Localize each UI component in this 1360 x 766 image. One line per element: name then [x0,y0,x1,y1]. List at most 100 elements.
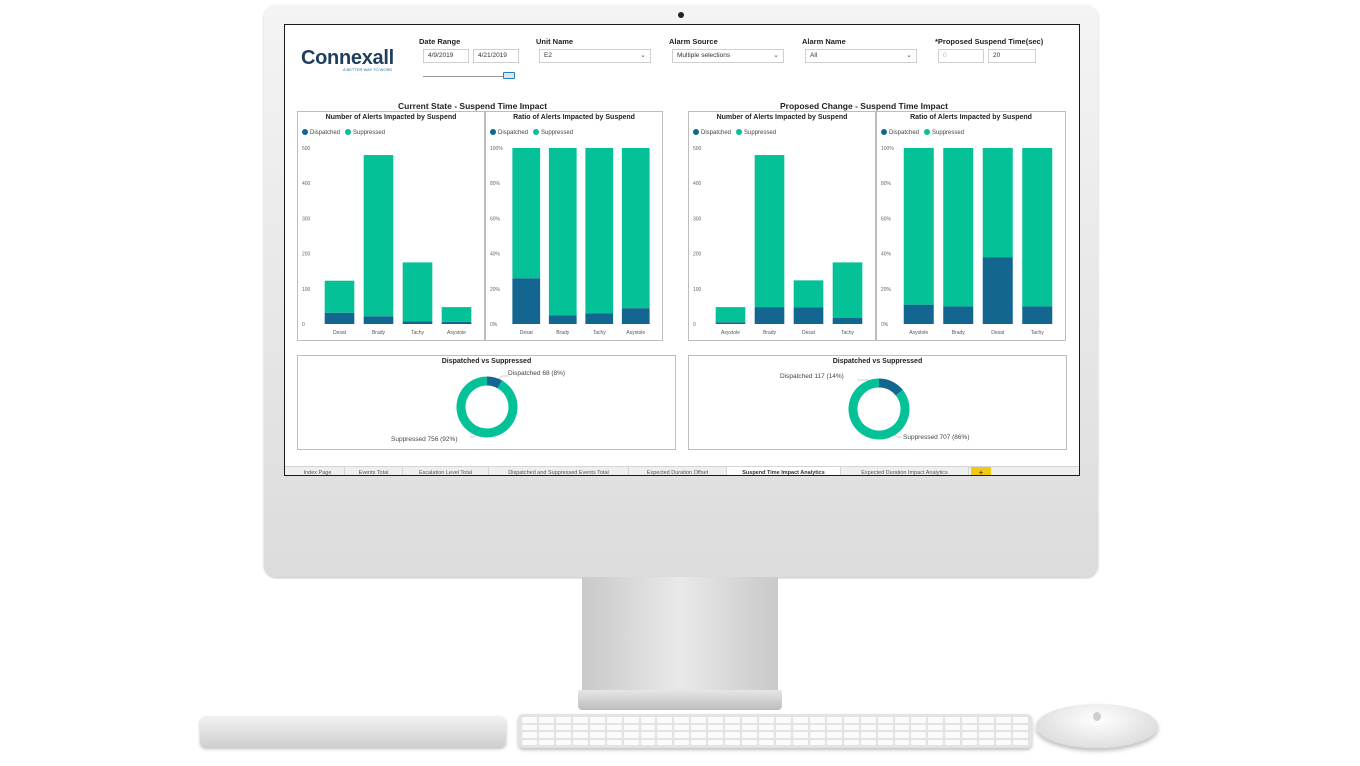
keyboard-key [725,739,741,745]
alarm-name-dropdown[interactable]: All ⌄ [805,49,917,63]
suppressed-bar [441,307,472,322]
tab-suspend-time-impact[interactable]: Suspend Time Impact Analytics [727,467,841,475]
keyboard-key [538,717,554,723]
y-tick-label: 80% [881,181,892,187]
panel-title: Dispatched vs Suppressed [441,358,532,365]
date-start-input[interactable]: 4/9/2019 [423,49,469,63]
dispatched-slice [486,376,503,389]
camera [678,12,684,18]
keyboard-key [759,717,774,723]
tab-events-total[interactable]: Events Total [345,467,403,475]
keyboard-key [538,739,554,745]
suspend-time-input[interactable]: 20 [988,49,1036,63]
monitor-stand-foot [578,690,782,710]
suppressed-legend-dot [736,129,743,135]
suppressed-bar [585,148,614,314]
x-tick-label: Tachy [841,330,855,336]
tab-dispatched-suppressed-events[interactable]: Dispatched and Suppressed Events Total [489,467,629,475]
proposed-change-title: Proposed Change - Suspend Time Impact [780,101,948,111]
chart-legend: Dispatched Suppressed [881,129,964,136]
unit-name-dropdown[interactable]: E2 ⌄ [539,49,651,63]
monitor: Connexall A BETTER WAY TO WORK Date Rang… [264,5,1098,577]
keyboard-key [996,724,1012,730]
keyboard-key [657,717,673,723]
page-tabs: Index Page Events Total Escalation Level… [285,466,1079,475]
keyboard-key [674,732,690,738]
y-tick-label: 20% [881,287,892,293]
keyboard-key [962,732,978,738]
dispatched-bar [1022,306,1053,324]
legend-suppressed: Suppressed [932,130,965,136]
keyboard-key [691,732,707,738]
keyboard-key [606,739,622,745]
chevron-down-icon: ⌄ [773,52,779,59]
keyboard-key [1013,717,1028,723]
dispatched-bar [621,308,650,324]
y-tick-label: 40% [881,252,892,258]
panel-title: Ratio of Alerts Impacted by Suspend [513,114,635,121]
dispatched-bar [903,304,934,324]
suppressed-bar [903,148,934,305]
y-tick-label: 100 [693,287,702,293]
unit-name-value: E2 [544,52,552,59]
keyboard-key [708,732,724,738]
keyboard-key [572,732,588,738]
suppressed-bar [715,307,746,323]
keyboard-key [776,732,791,738]
keyboard-key [572,739,588,745]
suspend-time-min-input[interactable]: 0 [938,49,984,63]
proposed-count-panel: Number of Alerts Impacted by Suspend Dis… [688,111,876,341]
keyboard-key [792,724,808,730]
date-range-label: Date Range [419,37,461,46]
tab-expected-duration-offset[interactable]: Expected Duration Offset [629,467,727,475]
keyboard-key [979,717,995,723]
keyboard-key [877,717,893,723]
proposed-donut-panel: Dispatched vs Suppressed Dispatched 117 … [688,355,1067,450]
alarm-source-dropdown[interactable]: Multiple selections ⌄ [672,49,784,63]
current-ratio-panel: Ratio of Alerts Impacted by Suspend Disp… [485,111,663,341]
proposed-donut-chart [848,378,910,440]
keyboard-key [589,732,605,738]
y-tick-label: 40% [490,252,501,258]
keyboard-key [945,739,961,745]
keyboard-key [1013,739,1028,745]
keyboard-key [809,717,825,723]
keyboard-key [1013,724,1028,730]
alarm-name-value: All [810,52,818,59]
tab-expected-duration-impact[interactable]: Expected Duration Impact Analytics [841,467,969,475]
chart-legend: Dispatched Suppressed [490,129,573,136]
mouse [1036,704,1158,748]
add-page-button[interactable]: + [971,467,991,475]
date-range-slider[interactable] [423,76,515,77]
y-tick-label: 100% [490,146,503,152]
legend-dispatched: Dispatched [498,130,529,136]
keyboard-key [640,724,656,730]
y-tick-label: 300 [302,216,311,222]
tab-escalation-level-total[interactable]: Escalation Level Total [403,467,489,475]
suppressed-data-label: Suppressed 707 (86%) [903,434,970,441]
keyboard-key [572,717,588,723]
x-tick-label: Tachy [411,330,425,336]
dispatched-data-label: Dispatched 68 (8%) [508,370,566,377]
keyboard-key [623,739,639,745]
dispatched-bar [832,318,863,324]
keyboard-key [809,724,825,730]
keyboard-key [623,724,639,730]
keyboard-key [860,724,876,730]
keyboard-key [674,739,690,745]
keyboard [518,714,1032,748]
date-range-slider-handle[interactable] [503,72,515,79]
keyboard-key [522,732,537,738]
keyboard-key [522,717,537,723]
x-tick-label: Tachy [1031,330,1045,336]
chevron-down-icon: ⌄ [906,52,912,59]
x-tick-label: Brady [952,330,966,336]
date-end-input[interactable]: 4/21/2019 [473,49,519,63]
keyboard-key [962,724,978,730]
keyboard-key [640,732,656,738]
keyboard-key [572,724,588,730]
suppressed-bar [943,148,974,307]
tab-index-page[interactable]: Index Page [291,467,345,475]
current-ratio-chart: 0% 20% 40% 60% 80% 100% Desat Brady Tachy Asystol… [490,146,650,336]
panel-title: Number of Alerts Impacted by Suspend [325,114,457,121]
